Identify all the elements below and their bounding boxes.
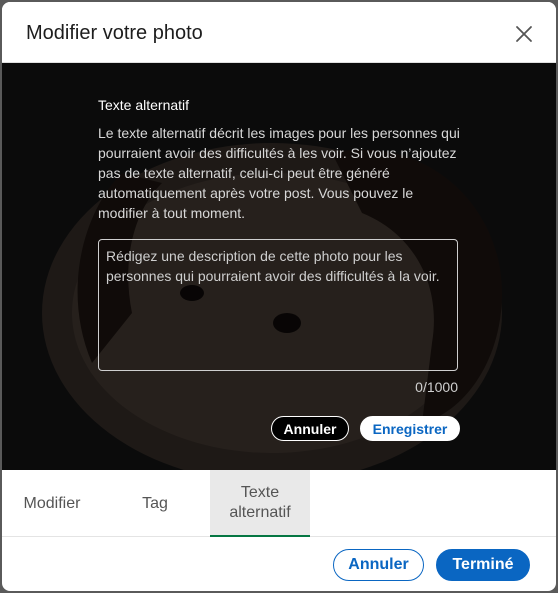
- tab-tag[interactable]: Tag: [110, 470, 200, 537]
- edit-photo-modal: Modifier votre photo Texte alternatif Le…: [2, 2, 556, 591]
- alt-text-input[interactable]: [98, 239, 458, 371]
- alt-text-panel: Texte alternatif Le texte alternatif déc…: [98, 63, 460, 470]
- edit-tabs: Modifier Tag Texte alternatif: [2, 470, 556, 537]
- photo-preview: Texte alternatif Le texte alternatif déc…: [2, 63, 556, 470]
- tab-alt-text[interactable]: Texte alternatif: [210, 470, 310, 537]
- cancel-button[interactable]: Annuler: [333, 549, 424, 581]
- done-button[interactable]: Terminé: [436, 549, 530, 581]
- close-button[interactable]: [510, 20, 538, 48]
- alt-text-save-button[interactable]: Enregistrer: [360, 416, 460, 441]
- modal-title: Modifier votre photo: [26, 22, 203, 44]
- tab-modifier[interactable]: Modifier: [2, 470, 102, 537]
- alt-text-cancel-button[interactable]: Annuler: [271, 416, 349, 441]
- close-icon: [516, 26, 532, 42]
- char-counter: 0/1000: [415, 379, 458, 395]
- alt-text-description: Le texte alternatif décrit les images po…: [98, 125, 460, 221]
- modal-header: Modifier votre photo: [2, 2, 556, 63]
- alt-text-title: Texte alternatif: [98, 97, 190, 113]
